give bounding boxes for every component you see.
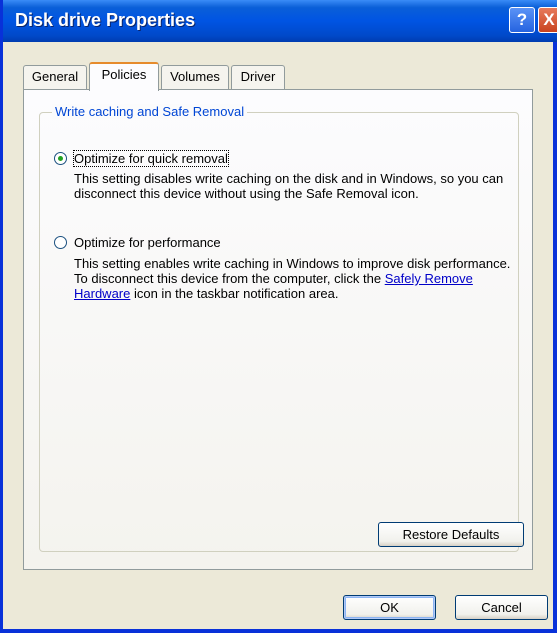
- write-caching-group: Write caching and Safe Removal Optimize …: [39, 104, 519, 552]
- tab-driver[interactable]: Driver: [231, 65, 285, 89]
- tab-volumes[interactable]: Volumes: [161, 65, 229, 89]
- performance-label[interactable]: Optimize for performance: [74, 235, 221, 250]
- performance-description: This setting enables write caching in Wi…: [74, 256, 514, 301]
- policies-panel: Write caching and Safe Removal Optimize …: [23, 89, 533, 570]
- performance-description-tail: icon in the taskbar notification area.: [130, 286, 339, 301]
- radio-selected-dot: [58, 156, 63, 161]
- help-button[interactable]: ?: [509, 7, 535, 33]
- quick-removal-label[interactable]: Optimize for quick removal: [73, 150, 229, 167]
- restore-defaults-button[interactable]: Restore Defaults: [378, 522, 524, 547]
- cancel-button[interactable]: Cancel: [455, 595, 548, 620]
- quick-removal-description: This setting disables write caching on t…: [74, 171, 504, 201]
- group-title: Write caching and Safe Removal: [52, 104, 248, 119]
- tab-policies[interactable]: Policies: [89, 62, 159, 91]
- performance-radio[interactable]: [54, 236, 67, 249]
- dialog-window: Disk drive Properties ? X General Polici…: [0, 0, 557, 633]
- window-title: Disk drive Properties: [15, 10, 196, 30]
- ok-button[interactable]: OK: [343, 595, 436, 620]
- close-button[interactable]: X: [538, 7, 557, 33]
- tab-general[interactable]: General: [23, 65, 87, 89]
- title-bar[interactable]: Disk drive Properties ? X: [3, 0, 557, 42]
- quick-removal-radio[interactable]: [54, 152, 67, 165]
